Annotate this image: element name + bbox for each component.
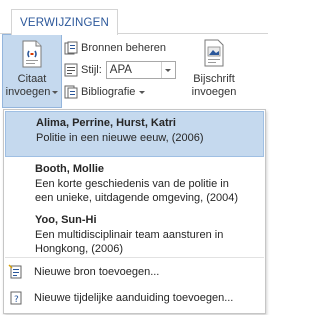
add-new-placeholder-menu-item[interactable]: ? Nieuwe tijdelijke aanduiding toevoegen… <box>5 287 264 309</box>
source-title-line2: een unieke, uitdagende omgeving, (2004) <box>35 192 239 204</box>
add-source-icon <box>8 264 22 279</box>
style-value: APA <box>109 64 132 76</box>
source-item-alima[interactable]: Alima, Perrine, Hurst, Katri Politie in … <box>5 111 264 157</box>
ribbon-references-group: Citaat invoegen Bronnen beheren Stijl: A… <box>0 34 268 110</box>
style-label: Stijl: <box>81 64 102 76</box>
style-select[interactable]: APA <box>105 61 176 79</box>
add-new-placeholder-label: Nieuwe tijdelijke aanduiding toevoegen..… <box>34 292 234 304</box>
source-title-line1: Een multidisciplinair team aansturen in <box>35 228 224 241</box>
manage-sources-icon <box>64 41 78 55</box>
chevron-down-icon[interactable] <box>160 62 175 78</box>
source-title-line2: Hongkong, (2006) <box>35 243 124 255</box>
svg-text:?: ? <box>14 295 19 305</box>
insert-citation-label-line1: Citaat <box>17 73 47 85</box>
manage-sources-button[interactable]: Bronnen beheren <box>64 38 166 58</box>
bibliography-icon <box>64 85 78 99</box>
tab-verwijzingen[interactable]: VERWIJZINGEN <box>11 9 118 35</box>
source-title-line1: Een korte geschiedenis van de politie in <box>35 177 229 190</box>
chevron-down-icon <box>139 90 146 94</box>
insert-caption-label-line2: invoegen <box>191 86 237 98</box>
add-new-source-label: Nieuwe bron toevoegen... <box>34 266 160 278</box>
style-row: Stijl: APA <box>64 60 176 80</box>
insert-citation-label-line2: invoegen <box>5 86 51 98</box>
source-item-booth[interactable]: Booth, Mollie Een korte geschiedenis van… <box>5 158 264 208</box>
style-icon <box>64 63 78 77</box>
source-title: Politie in een nieuwe eeuw, (2006) <box>36 131 204 144</box>
add-placeholder-icon: ? <box>10 291 22 305</box>
bibliography-button[interactable]: Bibliografie <box>64 82 146 102</box>
chevron-down-icon <box>52 91 59 94</box>
insert-citation-button[interactable]: Citaat invoegen <box>2 34 62 108</box>
source-author: Yoo, Sun-Hi <box>35 214 97 226</box>
source-item-yoo[interactable]: Yoo, Sun-Hi Een multidisciplinair team a… <box>5 209 264 259</box>
insert-caption-button[interactable]: Bijschrift invoegen <box>186 36 242 106</box>
insert-caption-label-line1: Bijschrift <box>193 73 235 85</box>
source-author: Alima, Perrine, Hurst, Katri <box>36 117 176 129</box>
insert-caption-icon <box>204 39 224 67</box>
bibliography-label: Bibliografie <box>81 86 136 98</box>
insert-citation-icon <box>22 40 42 68</box>
manage-sources-label: Bronnen beheren <box>81 42 167 54</box>
add-new-source-menu-item[interactable]: Nieuwe bron toevoegen... <box>5 261 264 283</box>
menu-divider <box>5 257 264 258</box>
ribbon-tab-strip: VERWIJZINGEN <box>0 0 268 35</box>
citation-dropdown: Alima, Perrine, Hurst, Katri Politie in … <box>3 109 266 314</box>
source-author: Booth, Mollie <box>35 163 105 175</box>
